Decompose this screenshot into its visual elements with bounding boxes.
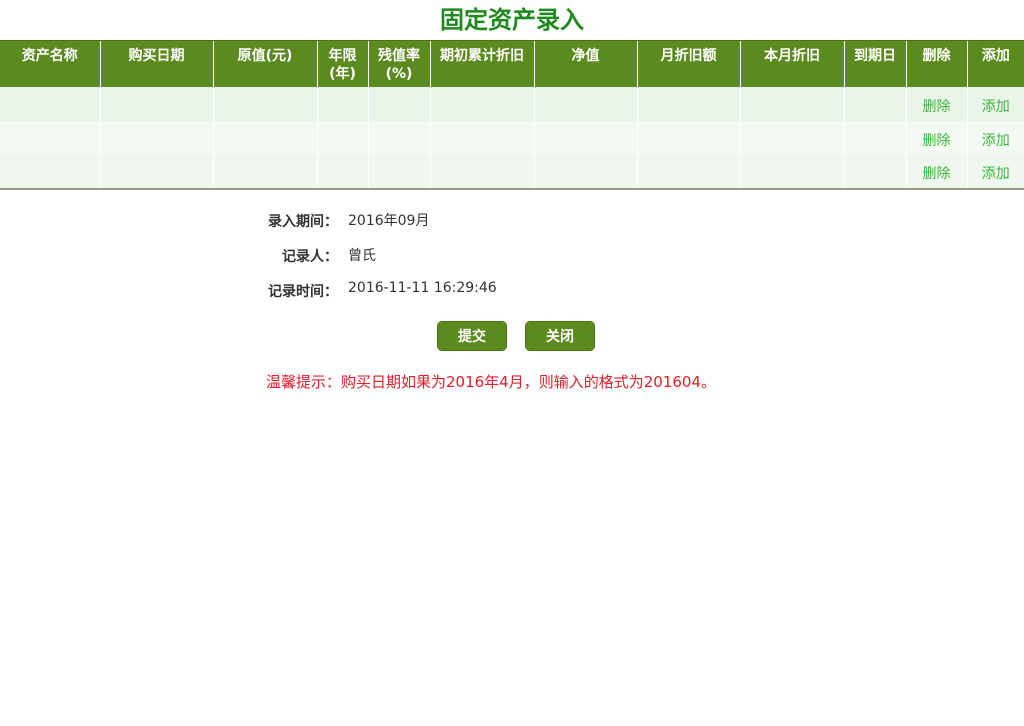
- page-title: 固定资产录入: [440, 6, 584, 34]
- cell-current-month-depreciation[interactable]: [739, 154, 844, 189]
- col-header-opening-depreciation: 期初累计折旧: [429, 40, 534, 87]
- col-header-add: 添加: [966, 40, 1024, 87]
- period-row: 录入期间： 2016年09月: [250, 208, 850, 243]
- cell-asset-name[interactable]: [0, 86, 100, 121]
- cell-add: 添加: [966, 120, 1024, 155]
- cell-delete: 删除: [905, 86, 967, 121]
- cell-due-date[interactable]: [843, 86, 906, 121]
- cell-residual-rate[interactable]: [367, 120, 430, 155]
- cell-current-month-depreciation[interactable]: [739, 120, 844, 155]
- cell-opening-depreciation[interactable]: [429, 120, 534, 155]
- cell-delete: 删除: [905, 154, 967, 189]
- recorder-row: 记录人： 曾氏: [250, 243, 850, 278]
- cell-add: 添加: [966, 154, 1024, 189]
- delete-row-link[interactable]: 删除: [923, 99, 951, 115]
- entry-info: 录入期间： 2016年09月 记录人： 曾氏 记录时间： 2016-11-11 …: [250, 208, 850, 313]
- add-row-link[interactable]: 添加: [982, 166, 1010, 182]
- cell-delete: 删除: [905, 120, 967, 155]
- action-buttons: 提交 关闭: [437, 321, 613, 351]
- record-time-row: 记录时间： 2016-11-11 16:29:46: [250, 278, 850, 313]
- cell-useful-life[interactable]: [316, 120, 368, 155]
- col-header-useful-life: 年限(年): [316, 40, 368, 87]
- close-button[interactable]: 关闭: [525, 321, 595, 351]
- cell-residual-rate[interactable]: [367, 154, 430, 189]
- delete-row-link[interactable]: 删除: [923, 133, 951, 149]
- cell-net-value[interactable]: [533, 154, 637, 189]
- cell-monthly-depreciation[interactable]: [636, 86, 740, 121]
- cell-useful-life[interactable]: [316, 154, 368, 189]
- cell-add: 添加: [966, 86, 1024, 121]
- add-row-link[interactable]: 添加: [982, 133, 1010, 149]
- col-header-purchase-date: 购买日期: [99, 40, 213, 87]
- cell-purchase-date[interactable]: [99, 86, 213, 121]
- cell-monthly-depreciation[interactable]: [636, 120, 740, 155]
- cell-opening-depreciation[interactable]: [429, 86, 534, 121]
- cell-due-date[interactable]: [843, 154, 906, 189]
- col-header-due-date: 到期日: [843, 40, 906, 87]
- asset-table: 资产名称 购买日期 原值(元) 年限(年) 残值率(%) 期初累计折旧 净值 月…: [0, 40, 1024, 190]
- fixed-asset-entry-page: 固定资产录入 资产名称 购买日期 原值(元) 年限(年) 残值率(%) 期初累计…: [0, 0, 1024, 726]
- col-header-residual-rate: 残值率(%): [367, 40, 430, 87]
- period-label: 录入期间：: [268, 214, 338, 230]
- table-row: 删除 添加: [0, 120, 1024, 155]
- cell-due-date[interactable]: [843, 120, 906, 155]
- table-row: 删除 添加: [0, 154, 1024, 189]
- cell-original-value[interactable]: [212, 120, 317, 155]
- cell-net-value[interactable]: [533, 86, 637, 121]
- cell-monthly-depreciation[interactable]: [636, 154, 740, 189]
- record-time-value: 2016-11-11 16:29:46: [348, 280, 497, 296]
- delete-row-link[interactable]: 删除: [923, 166, 951, 182]
- recorder-value: 曾氏: [348, 248, 376, 264]
- col-header-asset-name: 资产名称: [0, 40, 100, 87]
- record-time-label: 记录时间：: [268, 284, 338, 300]
- recorder-label: 记录人：: [282, 249, 338, 265]
- cell-useful-life[interactable]: [316, 86, 368, 121]
- tip-message: 温馨提示：购买日期如果为2016年4月，则输入的格式为201604。: [266, 373, 716, 391]
- table-header-row: 资产名称 购买日期 原值(元) 年限(年) 残值率(%) 期初累计折旧 净值 月…: [0, 40, 1024, 87]
- cell-asset-name[interactable]: [0, 154, 100, 189]
- col-header-current-month-depreciation: 本月折旧: [739, 40, 844, 87]
- cell-purchase-date[interactable]: [99, 154, 213, 189]
- cell-asset-name[interactable]: [0, 120, 100, 155]
- table-row: 删除 添加: [0, 86, 1024, 121]
- cell-residual-rate[interactable]: [367, 86, 430, 121]
- add-row-link[interactable]: 添加: [982, 99, 1010, 115]
- col-header-delete: 删除: [905, 40, 967, 87]
- cell-original-value[interactable]: [212, 154, 317, 189]
- col-header-net-value: 净值: [533, 40, 637, 87]
- cell-original-value[interactable]: [212, 86, 317, 121]
- cell-current-month-depreciation[interactable]: [739, 86, 844, 121]
- cell-net-value[interactable]: [533, 120, 637, 155]
- cell-opening-depreciation[interactable]: [429, 154, 534, 189]
- col-header-original-value: 原值(元): [212, 40, 317, 87]
- col-header-monthly-depreciation: 月折旧额: [636, 40, 740, 87]
- submit-button[interactable]: 提交: [437, 321, 507, 351]
- cell-purchase-date[interactable]: [99, 120, 213, 155]
- period-value: 2016年09月: [348, 213, 430, 229]
